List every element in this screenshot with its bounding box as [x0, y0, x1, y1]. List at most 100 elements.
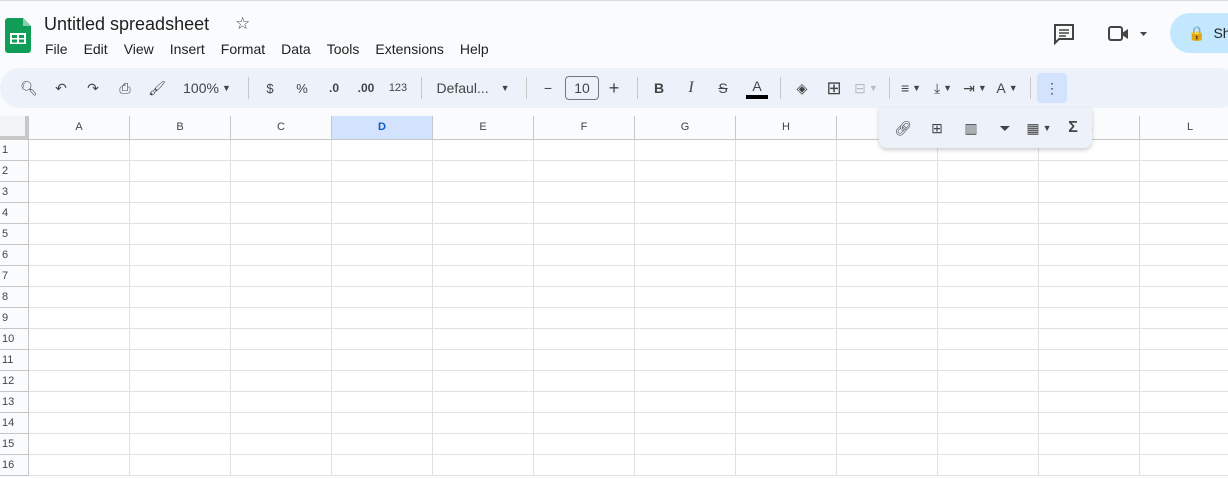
- cell-L4[interactable]: [1140, 203, 1228, 224]
- row-header-1[interactable]: 1: [0, 140, 29, 161]
- cell-D16[interactable]: [332, 455, 433, 476]
- cell-J9[interactable]: [938, 308, 1039, 329]
- cell-G4[interactable]: [635, 203, 736, 224]
- horizontal-align-icon[interactable]: ≡ ▼: [896, 73, 926, 103]
- cell-B2[interactable]: [130, 161, 231, 182]
- cell-A9[interactable]: [29, 308, 130, 329]
- cell-E13[interactable]: [433, 392, 534, 413]
- menu-extensions[interactable]: Extensions: [375, 41, 443, 57]
- cell-D2[interactable]: [332, 161, 433, 182]
- row-header-14[interactable]: 14: [0, 413, 29, 434]
- cell-G11[interactable]: [635, 350, 736, 371]
- cell-J5[interactable]: [938, 224, 1039, 245]
- cell-F13[interactable]: [534, 392, 635, 413]
- cell-F8[interactable]: [534, 287, 635, 308]
- cell-C10[interactable]: [231, 329, 332, 350]
- cell-L13[interactable]: [1140, 392, 1228, 413]
- cell-B5[interactable]: [130, 224, 231, 245]
- cell-K4[interactable]: [1039, 203, 1140, 224]
- cell-D4[interactable]: [332, 203, 433, 224]
- cell-L12[interactable]: [1140, 371, 1228, 392]
- text-wrap-icon[interactable]: ⇥ ▼: [960, 73, 990, 103]
- cell-L16[interactable]: [1140, 455, 1228, 476]
- cell-G15[interactable]: [635, 434, 736, 455]
- italic-button[interactable]: I: [676, 73, 706, 103]
- cell-H14[interactable]: [736, 413, 837, 434]
- cell-H5[interactable]: [736, 224, 837, 245]
- text-color-icon[interactable]: A: [746, 77, 768, 99]
- cell-H4[interactable]: [736, 203, 837, 224]
- cell-B14[interactable]: [130, 413, 231, 434]
- cell-C5[interactable]: [231, 224, 332, 245]
- cell-K5[interactable]: [1039, 224, 1140, 245]
- currency-button[interactable]: $: [255, 73, 285, 103]
- paint-format-icon[interactable]: 🖌︎: [142, 73, 172, 103]
- select-all-corner[interactable]: [0, 116, 29, 140]
- cell-D3[interactable]: [332, 182, 433, 203]
- cell-A1[interactable]: [29, 140, 130, 161]
- column-header-d[interactable]: D: [332, 116, 433, 140]
- cell-C15[interactable]: [231, 434, 332, 455]
- row-header-3[interactable]: 3: [0, 182, 29, 203]
- cell-I12[interactable]: [837, 371, 938, 392]
- cell-B11[interactable]: [130, 350, 231, 371]
- cell-E10[interactable]: [433, 329, 534, 350]
- cell-G3[interactable]: [635, 182, 736, 203]
- cell-I7[interactable]: [837, 266, 938, 287]
- cell-A4[interactable]: [29, 203, 130, 224]
- cell-K12[interactable]: [1039, 371, 1140, 392]
- zoom-select[interactable]: 100% ▼: [174, 73, 240, 103]
- row-header-2[interactable]: 2: [0, 161, 29, 182]
- percent-button[interactable]: %: [287, 73, 317, 103]
- cell-F6[interactable]: [534, 245, 635, 266]
- cell-A11[interactable]: [29, 350, 130, 371]
- cell-J16[interactable]: [938, 455, 1039, 476]
- cell-G5[interactable]: [635, 224, 736, 245]
- cell-C14[interactable]: [231, 413, 332, 434]
- cell-E7[interactable]: [433, 266, 534, 287]
- cell-C1[interactable]: [231, 140, 332, 161]
- cell-J13[interactable]: [938, 392, 1039, 413]
- cell-C4[interactable]: [231, 203, 332, 224]
- cell-G1[interactable]: [635, 140, 736, 161]
- cell-J11[interactable]: [938, 350, 1039, 371]
- cell-C12[interactable]: [231, 371, 332, 392]
- cell-A13[interactable]: [29, 392, 130, 413]
- cell-J15[interactable]: [938, 434, 1039, 455]
- menu-insert[interactable]: Insert: [170, 41, 205, 57]
- cell-H2[interactable]: [736, 161, 837, 182]
- cell-I14[interactable]: [837, 413, 938, 434]
- cell-G12[interactable]: [635, 371, 736, 392]
- cell-H1[interactable]: [736, 140, 837, 161]
- cell-I11[interactable]: [837, 350, 938, 371]
- cell-F10[interactable]: [534, 329, 635, 350]
- cell-D9[interactable]: [332, 308, 433, 329]
- cell-F2[interactable]: [534, 161, 635, 182]
- cell-L1[interactable]: [1140, 140, 1228, 161]
- cell-E1[interactable]: [433, 140, 534, 161]
- cell-D15[interactable]: [332, 434, 433, 455]
- cell-J3[interactable]: [938, 182, 1039, 203]
- cell-C9[interactable]: [231, 308, 332, 329]
- cell-J14[interactable]: [938, 413, 1039, 434]
- cell-E9[interactable]: [433, 308, 534, 329]
- cell-L8[interactable]: [1140, 287, 1228, 308]
- menu-view[interactable]: View: [124, 41, 154, 57]
- print-icon[interactable]: ⎙: [110, 73, 140, 103]
- row-header-8[interactable]: 8: [0, 287, 29, 308]
- cell-F15[interactable]: [534, 434, 635, 455]
- cell-A10[interactable]: [29, 329, 130, 350]
- cell-J10[interactable]: [938, 329, 1039, 350]
- row-header-11[interactable]: 11: [0, 350, 29, 371]
- cell-A5[interactable]: [29, 224, 130, 245]
- cell-K7[interactable]: [1039, 266, 1140, 287]
- cell-L11[interactable]: [1140, 350, 1228, 371]
- column-header-h[interactable]: H: [736, 116, 837, 140]
- cell-E11[interactable]: [433, 350, 534, 371]
- cell-E4[interactable]: [433, 203, 534, 224]
- fill-color-icon[interactable]: ◈: [787, 73, 817, 103]
- column-header-c[interactable]: C: [231, 116, 332, 140]
- cell-F3[interactable]: [534, 182, 635, 203]
- column-header-g[interactable]: G: [635, 116, 736, 140]
- cell-B8[interactable]: [130, 287, 231, 308]
